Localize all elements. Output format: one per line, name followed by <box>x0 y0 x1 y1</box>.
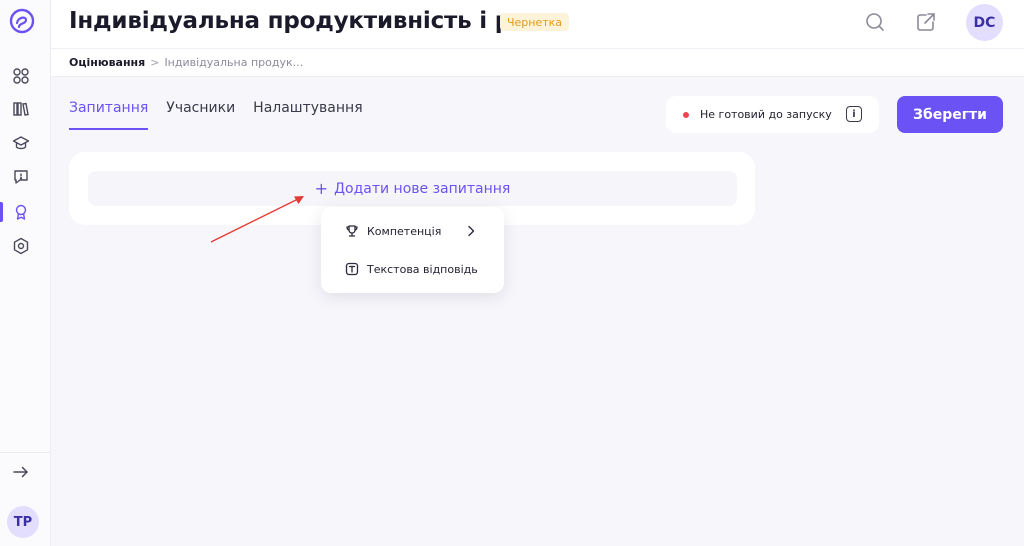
user-avatar[interactable]: TP <box>7 506 39 538</box>
breadcrumb-root[interactable]: Оцінювання <box>69 56 145 69</box>
logo-icon[interactable] <box>9 8 35 34</box>
search-icon[interactable] <box>864 11 886 33</box>
chevron-right-icon <box>468 225 475 237</box>
tab-settings[interactable]: Налаштування <box>253 100 362 130</box>
plus-icon: + <box>314 179 329 198</box>
sidebar-divider <box>0 452 51 453</box>
text-box-icon <box>345 262 359 276</box>
annotation-arrow <box>210 196 304 243</box>
trophy-icon <box>345 224 359 238</box>
tab-participants[interactable]: Учасники <box>166 100 235 130</box>
graduation-cap-icon[interactable] <box>11 133 31 153</box>
sidebar: TP <box>0 0 51 546</box>
external-link-icon[interactable] <box>915 11 937 33</box>
breadcrumb-separator: > <box>150 56 160 69</box>
header: Індивідуальна продуктивність і р... Черн… <box>51 0 1024 48</box>
question-type-menu: Компетенція Текстова відповідь <box>321 207 504 293</box>
menu-item-label: Текстова відповідь <box>367 262 478 276</box>
menu-item-text-answer[interactable]: Текстова відповідь <box>321 253 504 285</box>
page-title: Індивідуальна продуктивність і р... <box>69 8 537 34</box>
dashboard-icon[interactable] <box>11 66 31 86</box>
info-icon[interactable]: i <box>846 106 862 122</box>
menu-item-label: Компетенція <box>367 224 442 238</box>
account-avatar[interactable]: DC <box>966 4 1003 41</box>
tab-questions[interactable]: Запитання <box>69 100 149 130</box>
status-dot <box>683 111 689 118</box>
breadcrumb-current: Індивідуальна продук... <box>164 56 304 69</box>
arrow-right-icon[interactable] <box>11 462 31 482</box>
launch-status-text: Не готовий до запуску <box>700 108 832 121</box>
settings-icon[interactable] <box>11 236 31 256</box>
tabs: Запитання Учасники Налаштування <box>69 100 363 130</box>
add-question-label: Додати нове запитання <box>334 180 511 197</box>
add-question-button[interactable]: + Додати нове запитання <box>88 171 737 206</box>
save-button[interactable]: Зберегти <box>897 96 1003 133</box>
breadcrumb: Оцінювання > Індивідуальна продук... <box>51 48 1024 77</box>
library-icon[interactable] <box>11 99 31 119</box>
status-badge: Чернетка <box>500 13 570 31</box>
active-indicator <box>0 202 3 222</box>
menu-item-competency[interactable]: Компетенція <box>321 215 504 247</box>
award-icon[interactable] <box>11 202 31 222</box>
feedback-icon[interactable] <box>11 167 31 187</box>
launch-status: Не готовий до запуску i <box>666 96 879 133</box>
